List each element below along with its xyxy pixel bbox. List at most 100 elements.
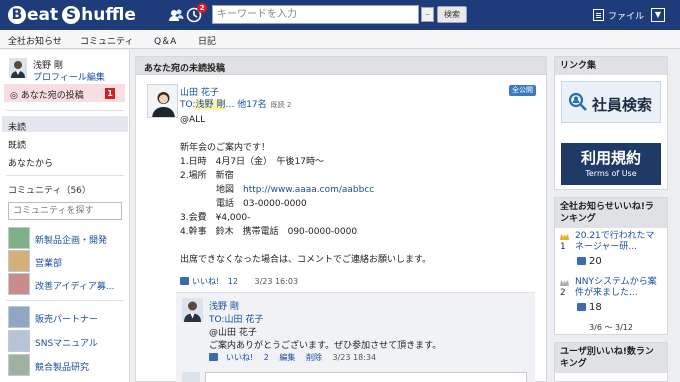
user-ranking-panel: ユーザ別いいね!数ランキング [554, 342, 668, 382]
avatar[interactable] [147, 84, 178, 118]
ranking-item-likes: 20 [577, 256, 602, 267]
avatar[interactable] [9, 58, 27, 78]
delete-link[interactable]: 削除 [306, 353, 322, 362]
divider [6, 175, 124, 176]
tab-diary[interactable]: 日記 [198, 34, 216, 47]
reply-input[interactable] [205, 372, 527, 382]
to-others-link[interactable]: … 他17名 [225, 100, 266, 110]
community-search-input[interactable] [8, 202, 122, 220]
user-ranking-heading: ユーザ別いいね!数ランキング [555, 343, 667, 373]
terms-of-use-banner[interactable]: 利用規約 Terms of Use [561, 143, 661, 185]
divider [6, 300, 124, 301]
community-item[interactable]: 新製品企画・開発 [8, 227, 128, 249]
user-menu-dropdown[interactable]: ▼ [651, 8, 665, 22]
avatar[interactable] [182, 298, 203, 322]
post-date: 3/23 16:03 [254, 277, 299, 286]
community-item[interactable]: 競合製品研究 [8, 354, 128, 376]
file-menu[interactable]: ファイル [593, 8, 644, 22]
app-logo[interactable]: B eat S huffle [8, 4, 136, 26]
community-name: 改善アイディア募... [35, 282, 115, 292]
search-scope-dropdown[interactable]: -- [421, 7, 434, 22]
thumbs-up-icon [577, 257, 586, 265]
left-sidebar: 浅野 剛 プロフィール編集 ◎ あなた宛の投稿 1 未読 既読 あなたから コミ… [0, 50, 130, 382]
ranking-like-count: 20 [589, 256, 602, 267]
divider [6, 110, 124, 111]
terms-subtitle: Terms of Use [585, 169, 637, 178]
ranking-period: 3/6 ～ 3/12 [589, 323, 633, 332]
employee-search-banner[interactable]: 社員検索 [561, 81, 661, 123]
community-name: 競合製品研究 [35, 363, 90, 373]
page-title-bar: あなた宛の未読投稿 [136, 57, 546, 75]
edit-link[interactable]: 編集 [279, 353, 295, 362]
links-heading: リンク集 [555, 57, 667, 75]
logo-text-2: huffle [81, 5, 136, 25]
like-button[interactable]: いいね! [192, 277, 219, 286]
ranking-item-title[interactable]: NNYシステムから案件が来ました... [575, 277, 663, 299]
page-title: あなた宛の未読投稿 [144, 64, 226, 74]
filter-unread[interactable]: 未読 [8, 120, 26, 133]
visibility-badge: 全公開 [509, 85, 536, 96]
post-body-line: 電話 03-0000-0000 [180, 199, 307, 209]
reply-actions: いいね! 2 編集 削除 3/23 18:34 [209, 352, 384, 363]
community-name: 新製品企画・開発 [35, 236, 108, 246]
community-item[interactable]: SNSマニュアル [8, 330, 128, 352]
post-actions: いいね! 12 3/23 16:03 [180, 276, 298, 287]
logo-cap-s: S [62, 6, 81, 24]
links-panel: リンク集 社員検索 利用規約 Terms of Use [554, 56, 668, 190]
main-nav: 全社お知らせ コミュニティ Q＆A 日記 [0, 30, 680, 49]
community-item[interactable]: 営業部 [8, 250, 128, 272]
file-menu-label: ファイル [608, 11, 645, 22]
tab-community[interactable]: コミュニティ [80, 34, 133, 47]
search-input[interactable] [217, 6, 407, 23]
community-thumb [8, 306, 30, 328]
to-recipient-highlight[interactable]: 浅野 剛 [195, 100, 226, 110]
post-body-line: 4.幹事 鈴木 携帯電話 090-0000-0000 [180, 227, 358, 237]
search-button[interactable]: 検索 [437, 6, 467, 23]
file-list-icon [593, 9, 604, 21]
community-thumb [8, 250, 30, 272]
like-count[interactable]: 12 [228, 277, 238, 286]
sidebar-item-unread-to-you[interactable]: ◎ あなた宛の投稿 1 [4, 84, 125, 102]
logo-text-1: eat [27, 5, 59, 25]
logo-cap-b: B [8, 6, 26, 24]
reply-body-line: @山田 花子 [209, 328, 257, 338]
tab-qa[interactable]: Q＆A [154, 34, 176, 47]
ranking-item-title[interactable]: 20.21で行われたマネージャー研... [575, 231, 663, 253]
tab-company-news[interactable]: 全社お知らせ [8, 34, 62, 47]
reply-date: 3/23 18:34 [332, 353, 377, 362]
notification-count-badge: 2 [197, 3, 207, 13]
search-box [212, 5, 419, 24]
reply-author[interactable]: 浅野 剛 [209, 299, 239, 312]
terms-title: 利用規約 [580, 149, 641, 167]
ranking-heading: 全社お知らせいいね!ランキング [555, 198, 667, 228]
map-link[interactable]: http://www.aaaa.com/aabbcc [243, 185, 374, 195]
community-item[interactable]: 販売パートナー [8, 306, 128, 328]
community-item[interactable]: 改善アイディア募... [8, 273, 128, 295]
filter-from-you[interactable]: あなたから [8, 156, 53, 169]
filter-read[interactable]: 既読 [8, 138, 26, 151]
post-body-line: @ALL [180, 115, 206, 125]
reply-recipients[interactable]: TO:山田 花子 [209, 312, 263, 325]
reply-comment: 浅野 剛 TO:山田 花子 @山田 花子 ご案内ありがとうございます。ぜひ参加さ… [176, 292, 535, 382]
thumbs-up-icon [180, 277, 189, 285]
community-name: 営業部 [35, 259, 63, 269]
community-name: 販売パートナー [35, 315, 99, 325]
rank-number: 2 [560, 288, 566, 298]
community-heading: コミュニティ（56） [8, 186, 91, 196]
community-thumb [8, 273, 30, 295]
post-body-line: 1.日時 4月7日（金） 午後17時～ [180, 157, 324, 167]
profile-edit-link[interactable]: プロフィール編集 [33, 70, 105, 83]
sidebar-item-label: ◎ あなた宛の投稿 [10, 91, 84, 101]
reply-like-button[interactable]: いいね! [226, 353, 253, 362]
main-panel: あなた宛の未読投稿 山田 花子 TO:浅野 剛… 他17名 既読 2 全公開 @A… [135, 56, 547, 382]
community-name: SNSマニュアル [35, 339, 98, 349]
post-recipients: TO:浅野 剛… 他17名 既読 2 [180, 97, 291, 110]
reply-like-count[interactable]: 2 [264, 353, 269, 362]
crown-icon [560, 234, 569, 240]
post-body-line: 2.場所 新宿 [180, 171, 234, 181]
to-prefix: TO: [180, 100, 196, 110]
people-icon[interactable] [168, 7, 184, 23]
community-thumb [8, 330, 30, 352]
post-body-line: 地図 [180, 185, 244, 195]
unread-count-badge: 1 [105, 88, 115, 99]
